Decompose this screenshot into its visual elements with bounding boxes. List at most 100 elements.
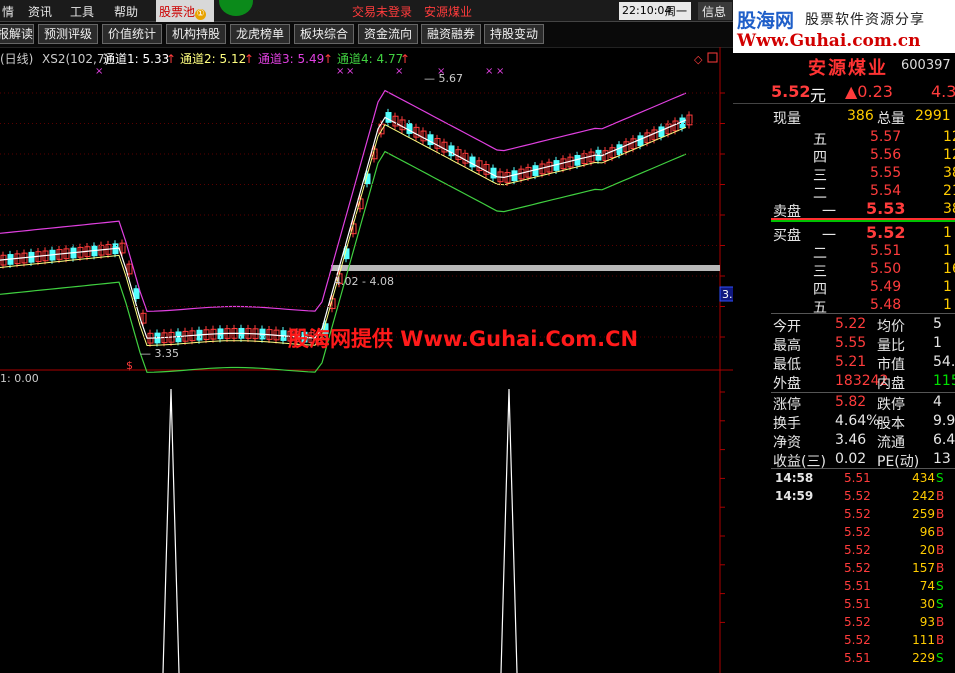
arrow-up-icon: ↑ [323,52,333,66]
badge-icon: ① [195,9,207,20]
stat-value: 5.82 [835,394,867,410]
total-volume-label: 总量 [877,111,905,127]
toolbar-button-sector[interactable]: 板块综合 [294,24,354,44]
toolbar-button-money-flow[interactable]: 资金流向 [358,24,418,44]
arrow-up-icon: ↑ [400,52,410,66]
window-box-icon[interactable] [707,52,718,63]
volume-row: 现量 386 总量 2991 [733,108,955,127]
stockpool-tab[interactable]: 股票池① [156,0,214,22]
bid-row[interactable]: 二 5.51 1 [733,243,955,262]
tick-price: 5.52 [844,615,871,629]
stat-label: 外盘 [773,376,801,392]
bid-volume: 1 [943,225,952,241]
bid-row[interactable]: 四 5.49 1 [733,279,955,298]
tick-price: 5.51 [844,471,871,485]
stat-value: 4 [933,394,942,410]
ask-price: 5.53 [866,199,906,218]
cross-mark-icon: × [395,66,403,77]
stat-value: 3.46 [835,432,867,448]
book-divider-buy [771,220,955,222]
signal-spike-1 [162,388,180,673]
stat-value: 9.9 [933,413,955,429]
channel1-label: 通道1: 5.33 [103,52,169,66]
stockpool-label: 股票池 [159,5,196,19]
menu-item-tools[interactable]: 工具 [70,3,94,20]
buy-label: 买盘 [773,228,801,244]
menu-item-news[interactable]: 资讯 [28,3,52,20]
toolbar-button-holding-change[interactable]: 持股变动 [484,24,544,44]
tick-volume: 259 [912,507,935,521]
stat-label: 净资 [773,435,801,451]
ask-row[interactable]: 四 5.56 12 [733,147,955,166]
ask-price: 5.55 [870,165,902,181]
tick-side: B [936,489,945,503]
diamond-icon[interactable]: ◇ [694,53,703,66]
tick-row: 14:59 5.52 242 B [733,489,955,507]
bid-level-label: 四 [813,282,827,298]
brand-logo: 股海网 [737,10,795,32]
ask-row[interactable]: 五 5.57 12 [733,129,955,148]
info-button[interactable]: 信息 [698,2,732,20]
ask-volume: 12 [943,129,955,145]
toolbar-button-margin[interactable]: 融资融券 [421,24,481,44]
stat-value: 1159 [933,373,955,389]
ask-price: 5.54 [870,183,902,199]
price-unit: 元 [810,86,827,105]
stat-row: 换手 4.64% 股本 9.9 [733,413,955,432]
cross-mark-icon: × [485,66,493,77]
bid-level-label: 二 [813,246,827,262]
tick-row: 5.52 157 B [733,561,955,579]
stat-value: 5 [933,316,942,332]
brand-banner: 股海网 股票软件资源分享 Www.Guhai.com.cn [733,0,955,53]
candle-body [616,144,623,156]
login-status[interactable]: 交易未登录 [352,3,412,20]
ask-volume: 38 [943,201,955,217]
formula-label: XS2(102,7) [42,52,109,66]
tick-time: 14:58 [775,471,814,485]
current-stock-name: 安源煤业 [424,5,473,19]
toolbar-button-report[interactable]: 报解读 [0,24,34,44]
ask-row[interactable]: 三 5.55 38 [733,165,955,184]
stat-label: 量比 [877,338,905,354]
bid-price: 5.50 [870,261,902,277]
stat-value: 5.55 [835,335,867,351]
bid-row[interactable]: 三 5.50 16 [733,261,955,280]
ask-row[interactable]: 二 5.54 21 [733,183,955,202]
stat-row: 今开 5.22 均价 5 [733,316,955,335]
tick-row: 14:58 5.51 434 S [733,471,955,489]
tick-side: S [936,597,944,611]
tick-volume: 30 [919,597,935,611]
tick-side: B [936,507,945,521]
stat-label: 涨停 [773,397,801,413]
toolbar-button-dragon-tiger[interactable]: 龙虎榜单 [230,24,290,44]
bid-volume: 1 [943,279,952,295]
toolbar-button-forecast[interactable]: 预测评级 [38,24,98,44]
stat-label: 股本 [877,416,905,432]
quote-panel: 股海网 股票软件资源分享 Www.Guhai.com.cn 安源煤业 60039… [733,0,955,673]
tick-row: 5.51 74 S [733,579,955,597]
price-summary: 5.52 元 ▲0.23 4.3 [733,80,955,105]
period-label: (日线) [0,52,33,66]
brand-slogan: 股票软件资源分享 [805,12,925,28]
tick-side: B [936,615,945,629]
bid-volume: 16 [943,261,955,277]
tick-price: 5.52 [844,633,871,647]
tick-price: 5.52 [844,525,871,539]
tick-volume: 96 [919,525,935,539]
toolbar-button-institution[interactable]: 机构持股 [166,24,226,44]
ask-row[interactable]: 一5.5338卖盘 [733,199,955,220]
stat-value: 5.22 [835,316,867,332]
cross-mark-icon: × [336,66,344,77]
stat-label: 今开 [773,319,801,335]
toolbar-button-value[interactable]: 价值统计 [102,24,162,44]
tick-volume: 20 [919,543,935,557]
candle-group [0,108,693,347]
bid-row[interactable]: 一 5.52 1 买盘 [733,223,955,244]
cross-mark-icon: × [496,66,504,77]
brand-url: Www.Guhai.com.cn [737,31,921,51]
menu-item-help[interactable]: 帮助 [114,3,138,20]
menu-item-quote[interactable]: 情 [2,3,14,20]
now-volume-label: 现量 [773,111,801,127]
kline-chart[interactable]: (日线) XS2(102,7) 通道1: 5.33 ↑ 通道2: 5.12 ↑ … [0,47,733,673]
bid-volume: 1 [943,243,952,259]
